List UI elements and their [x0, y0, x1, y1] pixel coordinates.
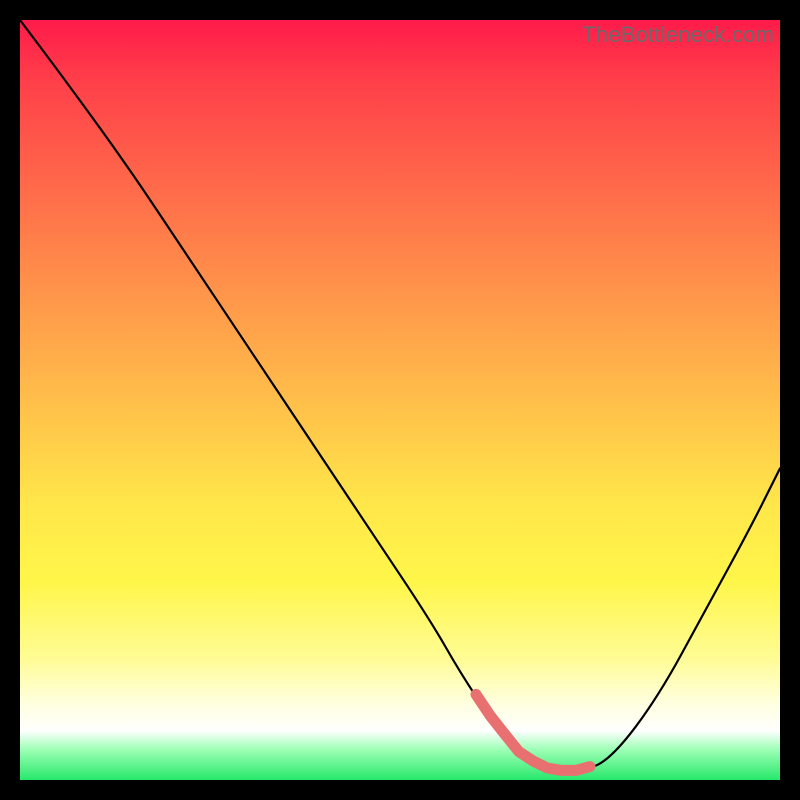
bottleneck-curve-path — [20, 20, 780, 772]
watermark-text: TheBottleneck.com — [582, 22, 774, 48]
bottleneck-curve-svg — [20, 20, 780, 780]
chart-frame: TheBottleneck.com — [20, 20, 780, 780]
trough-marker — [476, 694, 590, 770]
